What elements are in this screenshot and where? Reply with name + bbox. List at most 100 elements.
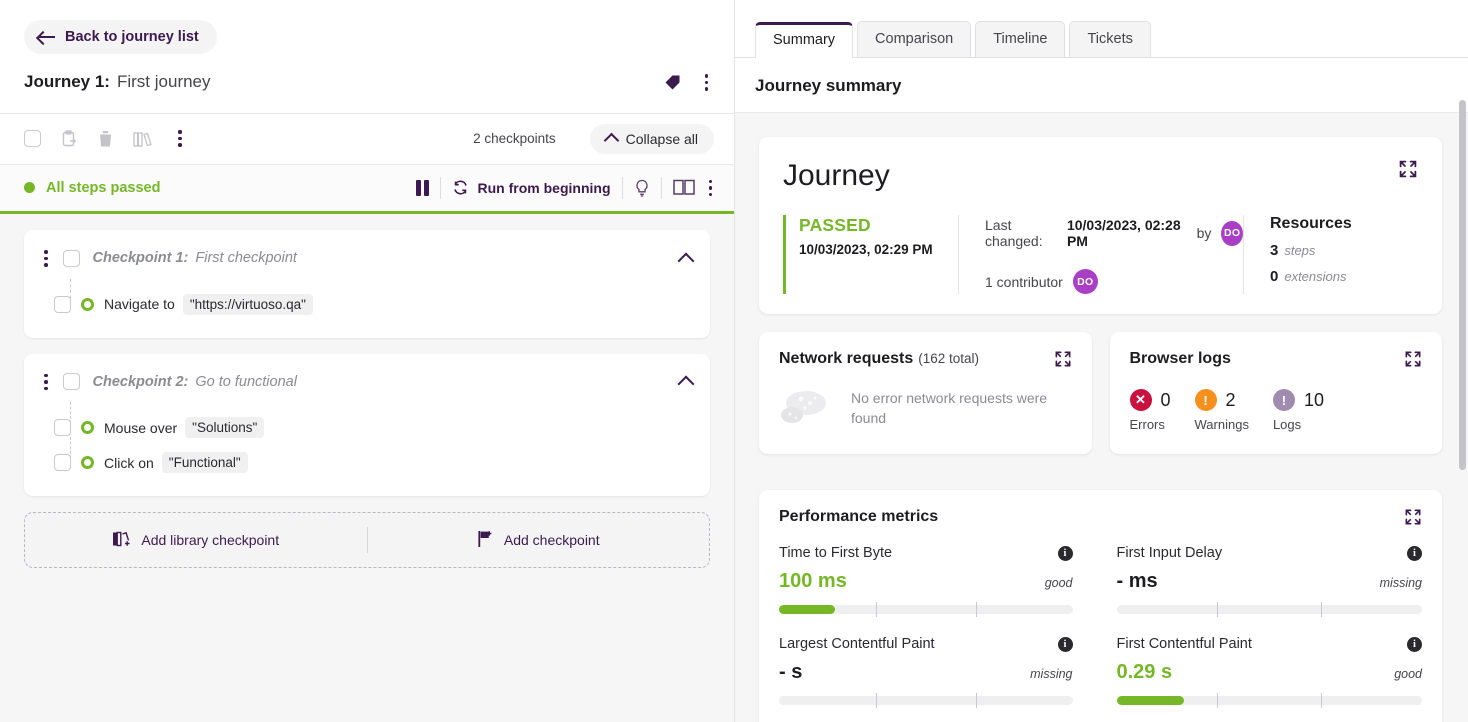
metric-value-row: 0.29 s good [1117, 661, 1423, 684]
metric-fcp: First Contentful Paint i 0.29 s good [1101, 636, 1423, 705]
checkpoint-collapse-icon[interactable] [678, 376, 695, 393]
error-icon: ✕ [1130, 389, 1152, 411]
info-icon[interactable]: i [1407, 637, 1422, 652]
flag-add-icon [477, 530, 494, 551]
metrics-grid: Time to First Byte i 100 ms good [779, 545, 1422, 722]
checkpoint-collapse-icon[interactable] [678, 252, 695, 269]
expand-icon[interactable] [1404, 508, 1422, 531]
step-checkbox[interactable] [54, 296, 71, 313]
expand-icon[interactable] [1054, 350, 1072, 373]
journey-status-block: PASSED 10/03/2023, 02:29 PM [783, 215, 958, 294]
library-icon[interactable] [133, 130, 152, 148]
metric-value: 100 ms [779, 570, 847, 593]
avatar[interactable]: DO [1221, 221, 1243, 246]
metric-rating: missing [1030, 667, 1072, 681]
metric-value-row: - s missing [779, 661, 1073, 684]
metric-header: Time to First Byte i [779, 545, 1073, 561]
log-item-warnings[interactable]: ! 2 Warnings [1195, 389, 1249, 432]
errors-count: 0 [1161, 390, 1171, 411]
checkpoint-name: First checkpoint [195, 250, 297, 266]
divider [440, 177, 441, 199]
run-menu-icon[interactable] [703, 176, 719, 201]
checkpoint-title: Checkpoint 1: First checkpoint [93, 250, 297, 266]
metric-value-row: - ms missing [1117, 570, 1423, 593]
summary-scrollbar[interactable] [1459, 100, 1466, 470]
metric-bar [779, 605, 1073, 614]
tab-bar: Summary Comparison Timeline Tickets [735, 0, 1468, 58]
metric-rating: good [1394, 667, 1422, 681]
extensions-label: extensions [1284, 269, 1346, 284]
avatar[interactable]: DO [1073, 269, 1098, 294]
expand-icon[interactable] [1398, 159, 1418, 184]
step-value: "Functional" [162, 452, 248, 473]
step-checkbox[interactable] [54, 419, 71, 436]
step-checkbox[interactable] [54, 454, 71, 471]
browser-logs-card: Browser logs ✕ 0 [1110, 332, 1443, 454]
tab-tickets[interactable]: Tickets [1069, 21, 1150, 57]
step-status-icon [81, 421, 94, 434]
tag-icon[interactable] [664, 74, 681, 91]
checkpoint-label: Checkpoint 1: [93, 250, 189, 266]
step-row[interactable]: Mouse over "Solutions" [38, 410, 692, 445]
paste-icon[interactable] [61, 130, 78, 148]
journey-overview-card: Journey PASSED 10/03/2023, 02:29 PM [759, 137, 1442, 314]
checkpoint-menu-icon[interactable] [38, 370, 54, 395]
card-header: Browser logs [1130, 350, 1423, 373]
bar-tick [1217, 693, 1218, 708]
select-all-checkbox[interactable] [24, 130, 41, 147]
resources-block: Resources 3steps 0extensions [1243, 215, 1418, 294]
run-button-label: Run from beginning [478, 180, 611, 196]
back-to-journey-list-button[interactable]: Back to journey list [24, 20, 217, 54]
info-icon[interactable]: i [1058, 546, 1073, 561]
step-action: Mouse over [104, 420, 177, 436]
run-from-beginning-button[interactable]: Run from beginning [452, 179, 611, 196]
back-button-label: Back to journey list [65, 29, 199, 45]
step-status-icon [81, 456, 94, 469]
add-checkpoint-button[interactable]: Add checkpoint [368, 530, 710, 551]
tab-timeline[interactable]: Timeline [975, 21, 1065, 57]
metric-header: Largest Contentful Paint i [779, 636, 1073, 652]
info-icon[interactable]: i [1407, 546, 1422, 561]
journey-menu-icon[interactable] [699, 70, 715, 95]
step-action: Navigate to [104, 296, 175, 312]
checkpoint-list-toolbar: 2 checkpoints Collapse all [0, 114, 734, 165]
metric-bar [779, 696, 1073, 705]
log-item-errors[interactable]: ✕ 0 Errors [1130, 389, 1171, 432]
checkpoint-checkbox[interactable] [63, 250, 80, 267]
bar-tick [976, 693, 977, 708]
journey-editor-panel: Back to journey list Journey 1: First jo… [0, 0, 735, 722]
collapse-all-button[interactable]: Collapse all [590, 124, 714, 154]
empty-cloud-icon [779, 387, 837, 429]
toolbar-menu-icon[interactable] [172, 126, 188, 151]
tab-comparison[interactable]: Comparison [857, 21, 971, 57]
info-icon[interactable]: i [1058, 637, 1073, 652]
add-library-checkpoint-button[interactable]: Add library checkpoint [25, 530, 367, 551]
network-card-title: Network requests(162 total) [779, 350, 979, 368]
journey-summary-panel: Summary Comparison Timeline Tickets Jour… [735, 0, 1468, 722]
logs-label: Logs [1273, 417, 1324, 432]
split-view-icon[interactable] [673, 179, 695, 196]
step-row[interactable]: Navigate to "https://virtuoso.qa" [38, 287, 692, 322]
add-checkpoint-row: Add library checkpoint Add checkpoint [24, 512, 710, 568]
pause-icon[interactable] [416, 180, 429, 196]
performance-title: Performance metrics [779, 508, 938, 526]
checkpoint-menu-icon[interactable] [38, 246, 54, 271]
journey-name: First journey [117, 72, 211, 92]
expand-icon[interactable] [1404, 350, 1422, 373]
metric-rating: good [1045, 576, 1073, 590]
metric-value-row: 100 ms good [779, 570, 1073, 593]
log-item-logs[interactable]: ! 10 Logs [1273, 389, 1324, 432]
step-row[interactable]: Click on "Functional" [38, 445, 692, 480]
delete-icon[interactable] [98, 130, 113, 148]
checkpoint-checkbox[interactable] [63, 373, 80, 390]
network-requests-card: Network requests(162 total) [759, 332, 1092, 454]
step-list: Mouse over "Solutions" Click on "Functio… [24, 410, 710, 496]
library-add-icon [112, 530, 131, 551]
metric-header: First Contentful Paint i [1117, 636, 1423, 652]
metric-bar [1117, 696, 1423, 705]
lightbulb-icon[interactable] [634, 179, 650, 197]
tab-summary[interactable]: Summary [755, 22, 853, 58]
checkpoint-label: Checkpoint 2: [93, 374, 189, 390]
contributor-row: 1 contributor DO [985, 269, 1243, 294]
journey-meta-block: Last changed: 10/03/2023, 02:28 PM by DO… [958, 215, 1243, 294]
